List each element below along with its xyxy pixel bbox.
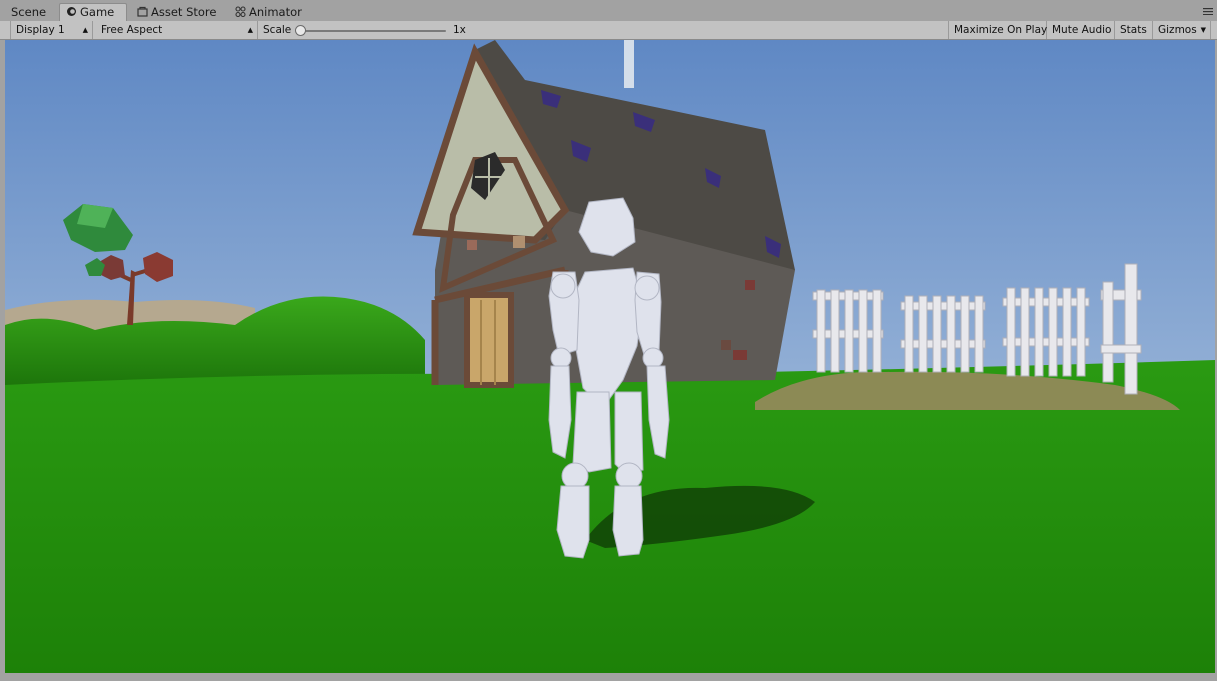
- tab-bar: Scene Game Asset Store Animator: [0, 0, 1217, 22]
- scale-label: Scale: [263, 24, 292, 36]
- scale-slider-track[interactable]: [302, 30, 446, 32]
- maximize-on-play-button[interactable]: Maximize On Play: [948, 21, 1047, 39]
- scale-value: 1x: [453, 24, 466, 36]
- tab-asset-store-label: Asset Store: [151, 5, 217, 19]
- dropdown-arrow-icon: ▲: [82, 26, 88, 34]
- animator-icon: [235, 6, 246, 17]
- tab-game[interactable]: Game: [59, 3, 127, 22]
- aspect-dropdown[interactable]: Free Aspect ▲: [96, 21, 258, 39]
- asset-store-icon: [137, 6, 148, 17]
- dropdown-arrow-icon: ▼: [1200, 26, 1206, 34]
- gizmos-label: Gizmos: [1158, 24, 1197, 36]
- tab-scene[interactable]: Scene: [5, 4, 52, 21]
- stats-label: Stats: [1120, 24, 1147, 36]
- tab-animator-label: Animator: [249, 5, 302, 19]
- tab-asset-store[interactable]: Asset Store: [131, 4, 223, 21]
- mute-audio-button[interactable]: Mute Audio: [1047, 21, 1115, 39]
- tab-scene-label: Scene: [11, 5, 47, 19]
- scale-slider-thumb[interactable]: [295, 25, 306, 36]
- aspect-label: Free Aspect: [101, 24, 163, 36]
- tab-animator[interactable]: Animator: [229, 4, 308, 21]
- stats-button[interactable]: Stats: [1115, 21, 1153, 39]
- gizmos-dropdown[interactable]: Gizmos ▼: [1153, 21, 1211, 39]
- bottom-border: [0, 673, 1217, 681]
- game-toolbar: Display 1 ▲ Free Aspect ▲ Scale 1x Maximiz…: [0, 21, 1217, 40]
- display-label: Display 1: [16, 24, 65, 36]
- maximize-label: Maximize On Play: [954, 24, 1048, 36]
- display-dropdown[interactable]: Display 1 ▲: [10, 21, 93, 39]
- tab-game-label: Game: [80, 5, 115, 19]
- mute-label: Mute Audio: [1052, 24, 1112, 36]
- game-icon: [67, 7, 76, 16]
- game-viewport[interactable]: [5, 40, 1215, 673]
- panel-menu-icon[interactable]: [1203, 7, 1213, 15]
- game-scene-render: [5, 40, 1215, 673]
- dropdown-arrow-icon: ▲: [247, 26, 253, 34]
